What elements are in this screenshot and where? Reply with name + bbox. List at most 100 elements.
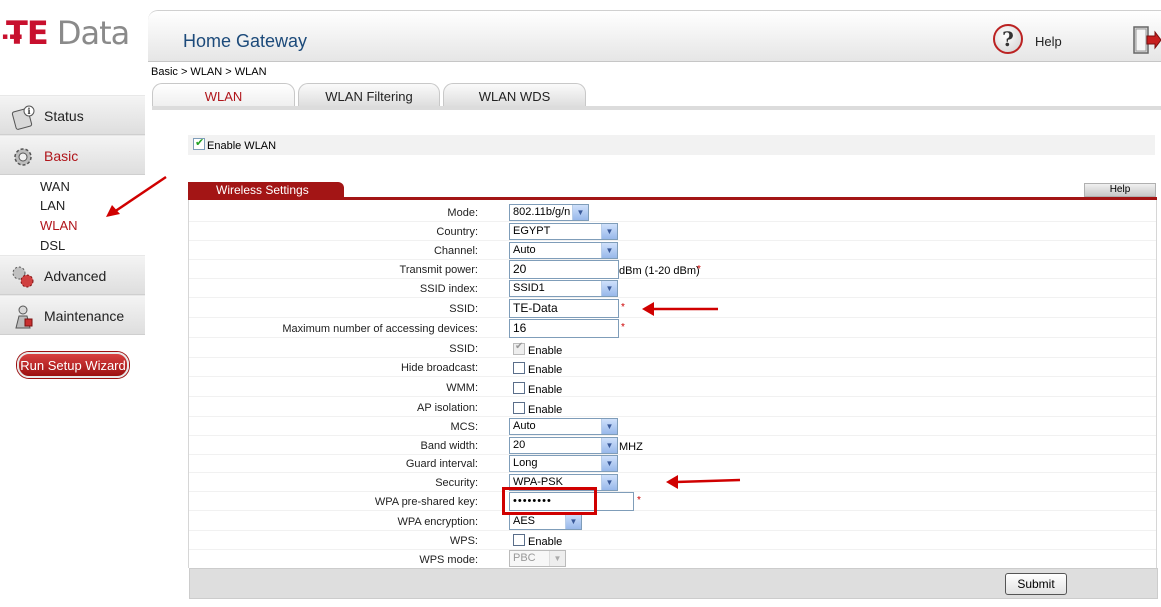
band-width-unit: MHZ (619, 441, 643, 453)
enable-wlan-label: Enable WLAN (207, 140, 277, 152)
status-icon: i (11, 105, 35, 130)
form-row-wpa-encryption: WPA encryption: AES ▼ (189, 512, 1156, 531)
sidebar-item-dsl[interactable]: DSL (40, 238, 65, 253)
wps-mode-value: PBC (513, 552, 536, 564)
submit-button[interactable]: Submit (1005, 573, 1067, 595)
transmit-power-label: Transmit power: (399, 264, 478, 276)
country-value: EGYPT (513, 225, 551, 237)
chevron-down-icon: ▼ (601, 243, 617, 258)
breadcrumb: Basic > WLAN > WLAN (151, 66, 267, 78)
ssid-enable-checkbox[interactable] (513, 341, 525, 355)
sidebar-item-wlan[interactable]: WLAN (40, 218, 78, 233)
form-row-wps: WPS: Enable (189, 531, 1156, 550)
chevron-down-icon: ▼ (601, 419, 617, 434)
chevron-down-icon: ▼ (601, 281, 617, 296)
form-row-country: Country: EGYPT ▼ (189, 222, 1156, 241)
ap-isolation-checkbox[interactable] (513, 402, 525, 414)
transmit-power-input[interactable]: 20 (509, 260, 619, 279)
ssid-index-label: SSID index: (419, 283, 478, 295)
submit-bar: Submit (189, 568, 1158, 599)
required-marker: * (621, 302, 625, 313)
form-row-wps-mode: WPS mode: PBC ▼ (189, 550, 1156, 569)
ap-isolation-option: Enable (528, 404, 563, 416)
enable-wlan-checkbox[interactable] (193, 136, 205, 150)
wpa-encryption-select[interactable]: AES ▼ (509, 513, 582, 530)
wps-option: Enable (528, 536, 563, 548)
form-row-wmm: WMM: Enable (189, 378, 1156, 397)
max-devices-input[interactable]: 16 (509, 319, 619, 338)
sidebar-item-lan[interactable]: LAN (40, 198, 65, 213)
wireless-settings-form: Mode: 802.11b/g/n ▼ Country: EGYPT ▼ Cha… (188, 200, 1158, 599)
ssid-input[interactable]: TE-Data (509, 299, 619, 318)
run-setup-wizard-button[interactable]: Run Setup Wizard (17, 352, 129, 378)
ap-isolation-label: AP isolation: (417, 402, 478, 414)
wps-label: WPS: (449, 535, 478, 547)
logo-area: ▪▪▪ TE Data (0, 0, 145, 62)
te-data-logo: ▪▪▪ TE Data (2, 14, 130, 52)
channel-select[interactable]: Auto ▼ (509, 242, 618, 259)
guard-interval-select[interactable]: Long ▼ (509, 455, 618, 472)
tab-wlan-filtering[interactable]: WLAN Filtering (298, 83, 440, 106)
nav-label-status: Status (44, 108, 84, 124)
advanced-icon (12, 266, 34, 288)
chevron-down-icon: ▼ (601, 475, 617, 490)
chevron-down-icon: ▼ (572, 205, 588, 220)
form-row-mcs: MCS: Auto ▼ (189, 417, 1156, 436)
chevron-down-icon: ▼ (601, 438, 617, 453)
logo-dots: ▪▪▪ (2, 32, 24, 42)
nav-label-advanced: Advanced (44, 268, 107, 284)
wps-mode-select[interactable]: PBC ▼ (509, 550, 566, 567)
header-bar: Home Gateway ? Help (148, 10, 1161, 62)
hide-broadcast-checkbox[interactable] (513, 362, 525, 374)
wpa-key-label: WPA pre-shared key: (374, 496, 478, 508)
gear-icon (14, 148, 32, 166)
annotation-arrow-wlan (106, 175, 167, 217)
annotation-arrow-security (666, 475, 741, 489)
tab-wlan[interactable]: WLAN (152, 83, 295, 106)
max-devices-label: Maximum number of accessing devices: (282, 323, 478, 335)
channel-value: Auto (513, 244, 536, 256)
form-row-wpa-key: WPA pre-shared key: •••••••• * (189, 492, 1156, 511)
sidebar-item-wan[interactable]: WAN (40, 179, 70, 194)
band-width-select[interactable]: 20 ▼ (509, 437, 618, 454)
nav-group-basic[interactable]: Basic (0, 135, 145, 175)
mode-select[interactable]: 802.11b/g/n ▼ (509, 204, 589, 221)
band-width-value: 20 (513, 439, 526, 451)
security-label: Security: (435, 477, 478, 489)
help-link[interactable]: Help (1035, 34, 1062, 49)
tab-wlan-wds[interactable]: WLAN WDS (443, 83, 586, 106)
logout-door-icon[interactable] (1133, 25, 1161, 55)
required-marker: * (637, 495, 641, 506)
chevron-down-icon: ▼ (565, 514, 581, 529)
guard-interval-value: Long (513, 457, 538, 469)
hide-broadcast-label: Hide broadcast: (400, 362, 478, 374)
form-row-ap-isolation: AP isolation: Enable (189, 398, 1156, 417)
page-title: Home Gateway (183, 31, 308, 51)
section-help-button[interactable]: Help (1084, 183, 1156, 197)
svg-text:i: i (28, 106, 31, 116)
nav-label-basic: Basic (44, 148, 79, 164)
channel-label: Channel: (433, 245, 478, 257)
nav-group-maintenance[interactable]: Maintenance (0, 295, 145, 335)
question-mark-icon[interactable]: ? (993, 24, 1023, 54)
form-row-transmit-power: Transmit power: 20 dBm (1-20 dBm) * (189, 260, 1156, 279)
maintenance-icon (15, 305, 33, 329)
hide-broadcast-option: Enable (528, 364, 563, 376)
band-width-label: Band width: (420, 440, 478, 452)
wmm-label: WMM: (446, 382, 478, 394)
left-nav: i Status Basic WAN LAN WLAN DSL Advanced… (0, 95, 145, 607)
wmm-checkbox[interactable] (513, 382, 525, 394)
mcs-select[interactable]: Auto ▼ (509, 418, 618, 435)
ssid-index-value: SSID1 (513, 282, 545, 294)
annotation-arrow-ssid (642, 302, 718, 316)
required-marker: * (621, 322, 625, 333)
nav-group-advanced[interactable]: Advanced (0, 255, 145, 295)
ssid-index-select[interactable]: SSID1 ▼ (509, 280, 618, 297)
wpa-encryption-label: WPA encryption: (397, 516, 479, 528)
country-select[interactable]: EGYPT ▼ (509, 223, 618, 240)
required-marker: * (697, 264, 701, 275)
ssid-label: SSID: (449, 303, 478, 315)
nav-group-status[interactable]: i Status (0, 95, 145, 135)
ssid-enable-label: SSID: (449, 343, 478, 355)
wps-checkbox[interactable] (513, 534, 525, 546)
